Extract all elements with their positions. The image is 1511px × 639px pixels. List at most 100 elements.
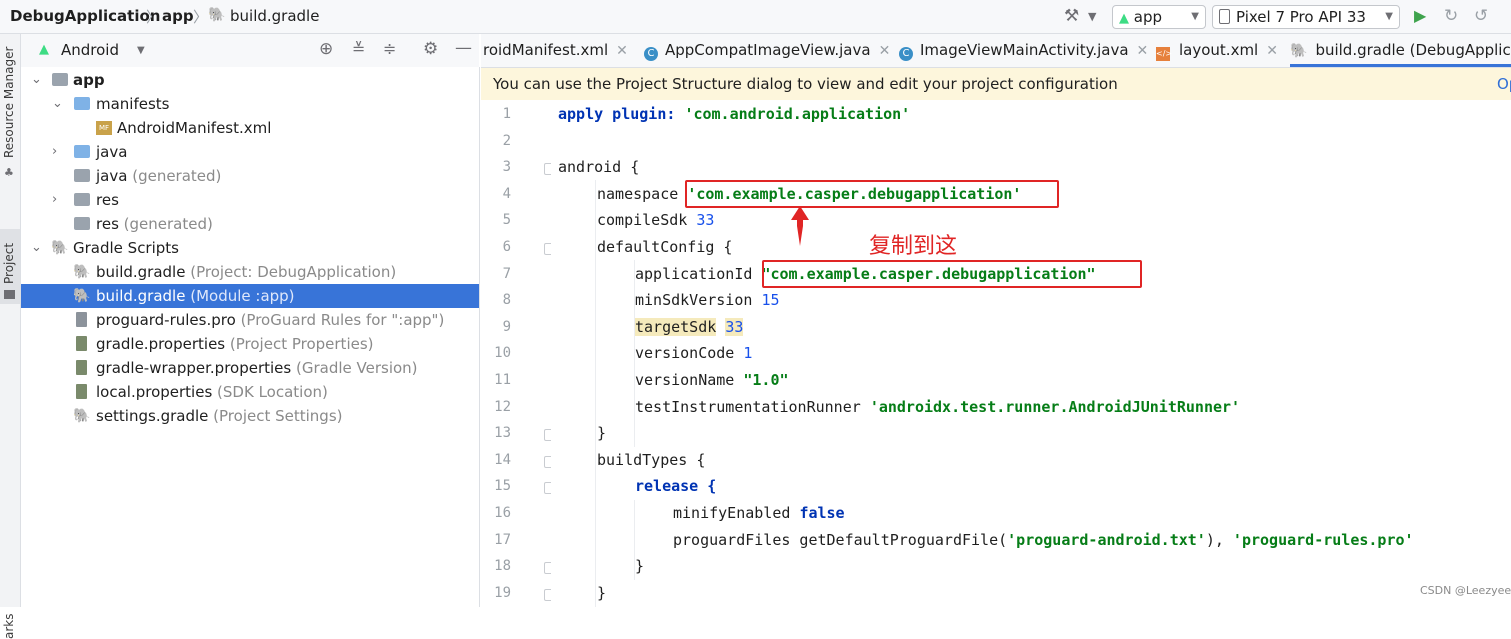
tree-item-app[interactable]: ⌄ app [21, 68, 479, 92]
tree-item-gradle-properties[interactable]: gradle.properties (Project Properties) [21, 332, 479, 356]
expand-all-icon[interactable]: ≚ [352, 39, 365, 58]
close-icon[interactable]: ✕ [879, 43, 891, 59]
tab-androidmanifest[interactable]: roidManifest.xml✕ [483, 34, 628, 67]
generated-folder-icon [74, 169, 90, 182]
editor-tab-bar: roidManifest.xml✕ CAppCompatImageView.ja… [481, 34, 1511, 68]
line-number: 18 [481, 553, 511, 579]
annotation-note: 复制到这 [869, 228, 957, 260]
java-class-icon: C [644, 47, 658, 61]
line-number: 8 [481, 287, 511, 313]
line-number: 6 [481, 234, 511, 260]
code-line-10: versionCode 1 [635, 340, 752, 366]
chevron-down-icon[interactable]: ⌄ [52, 92, 63, 116]
chevron-down-icon[interactable]: ⌄ [31, 68, 42, 92]
android-icon: ▲ [1119, 11, 1129, 26]
chevron-right-icon[interactable]: › [52, 188, 57, 212]
run-icon[interactable]: ▶ [1414, 6, 1426, 25]
highlight-box-namespace [685, 180, 1059, 208]
line-number: 9 [481, 314, 511, 340]
project-tab[interactable]: Project [2, 243, 16, 284]
chevron-down-icon[interactable]: ⌄ [31, 236, 42, 260]
tab-imageviewmainactivity[interactable]: CImageViewMainActivity.java✕ [899, 34, 1148, 67]
tree-item-local-properties[interactable]: local.properties (SDK Location) [21, 380, 479, 404]
breadcrumb-module[interactable]: app [162, 7, 194, 25]
tree-item-proguard-rules[interactable]: proguard-rules.pro (ProGuard Rules for "… [21, 308, 479, 332]
tab-build-gradle[interactable]: 🐘build.gradle (DebugApplicat [1290, 34, 1511, 67]
file-icon [76, 312, 87, 327]
close-icon[interactable]: ✕ [1266, 43, 1278, 59]
tree-item-build-gradle-module[interactable]: 🐘 build.gradle (Module :app) [21, 284, 479, 308]
resource-manager-tab[interactable]: Resource Manager [2, 47, 16, 158]
tree-item-gradle-scripts[interactable]: ⌄ 🐘 Gradle Scripts [21, 236, 479, 260]
tree-item-gradle-wrapper-properties[interactable]: gradle-wrapper.properties (Gradle Versio… [21, 356, 479, 380]
android-icon: ▲ [39, 42, 49, 57]
project-folder-icon [4, 290, 15, 299]
code-editor[interactable]: apply plugin: 'com.android.application' … [551, 100, 1511, 607]
chevron-down-icon: ▼ [1191, 6, 1199, 28]
breadcrumb-project[interactable]: DebugApplication [10, 7, 160, 25]
phone-icon [1219, 9, 1230, 24]
gradle-icon: 🐘 [73, 284, 89, 297]
tree-item-androidmanifest[interactable]: MF AndroidManifest.xml [21, 116, 479, 140]
line-number: 7 [481, 261, 511, 287]
breadcrumb-separator: 〉 [146, 6, 161, 27]
code-line-14: buildTypes { [597, 447, 705, 473]
tree-item-build-gradle-project[interactable]: 🐘 build.gradle (Project: DebugApplicatio… [21, 260, 479, 284]
line-number: 3 [481, 154, 511, 180]
red-arrow-icon [789, 206, 811, 248]
close-icon[interactable]: ✕ [616, 43, 628, 59]
run-config-select[interactable]: ▲ app ▼ [1112, 5, 1206, 29]
gear-icon[interactable]: ⚙ [423, 39, 438, 59]
bookmarks-tab[interactable]: arks [2, 614, 16, 639]
line-number: 2 [481, 128, 511, 154]
line-number: 19 [481, 580, 511, 606]
xml-file-icon: </> [1156, 47, 1170, 61]
tree-item-manifests[interactable]: ⌄ manifests [21, 92, 479, 116]
project-structure-banner: You can use the Project Structure dialog… [481, 68, 1511, 101]
code-line-11: versionName "1.0" [635, 367, 789, 393]
indent-guide [595, 180, 596, 607]
chevron-down-icon: ▼ [1385, 6, 1393, 28]
java-class-icon: C [899, 47, 913, 61]
locate-icon[interactable]: ⊕ [319, 39, 333, 59]
hammer-icon[interactable]: ⚒ [1064, 6, 1079, 26]
line-number: 4 [481, 181, 511, 207]
banner-open-link[interactable]: Op [1497, 68, 1511, 100]
collapse-all-icon[interactable]: ≑ [383, 39, 396, 58]
tree-item-java[interactable]: › java [21, 140, 479, 164]
project-tree: ⌄ app ⌄ manifests MF AndroidManifest.xml… [21, 67, 480, 607]
tool-window-strip: Resource Manager ♣ Project arks [0, 34, 21, 607]
highlight-box-applicationid [762, 260, 1142, 288]
project-view-select[interactable]: Android [61, 41, 119, 59]
res-folder-icon [74, 193, 90, 206]
code-line-15: release { [635, 473, 716, 499]
chevron-down-icon[interactable]: ▼ [137, 45, 145, 56]
tab-appcompatimageview[interactable]: CAppCompatImageView.java✕ [644, 34, 890, 67]
code-line-3: android { [558, 154, 639, 180]
device-select[interactable]: Pixel 7 Pro API 33 ▼ [1212, 5, 1400, 29]
gradle-icon: 🐘 [73, 260, 89, 273]
code-line-8: minSdkVersion 15 [635, 287, 780, 313]
tree-item-res-generated[interactable]: res (generated) [21, 212, 479, 236]
apply-code-changes-icon[interactable]: ↺ [1474, 6, 1488, 26]
res-folder-icon [74, 217, 90, 230]
watermark: CSDN @Leezyee [1420, 584, 1511, 597]
tree-item-res[interactable]: › res [21, 188, 479, 212]
line-number: 11 [481, 367, 511, 393]
tab-layout-xml[interactable]: </>layout.xml✕ [1156, 34, 1278, 67]
tree-item-java-generated[interactable]: java (generated) [21, 164, 479, 188]
apply-changes-icon[interactable]: ↻ [1444, 6, 1458, 26]
code-line-13: } [597, 420, 606, 446]
breadcrumb-file[interactable]: build.gradle [230, 7, 319, 25]
chevron-right-icon[interactable]: › [52, 140, 57, 164]
hide-icon[interactable]: — [455, 38, 472, 58]
banner-text: You can use the Project Structure dialog… [493, 68, 1118, 100]
tree-item-settings-gradle[interactable]: 🐘 settings.gradle (Project Settings) [21, 404, 479, 428]
resource-manager-icon: ♣ [4, 166, 14, 179]
properties-icon [76, 384, 87, 399]
chevron-down-icon[interactable]: ▼ [1088, 10, 1096, 23]
properties-icon [76, 336, 87, 351]
code-line-18: } [635, 553, 644, 579]
close-icon[interactable]: ✕ [1137, 43, 1149, 59]
code-line-17: proguardFiles getDefaultProguardFile('pr… [673, 527, 1414, 553]
